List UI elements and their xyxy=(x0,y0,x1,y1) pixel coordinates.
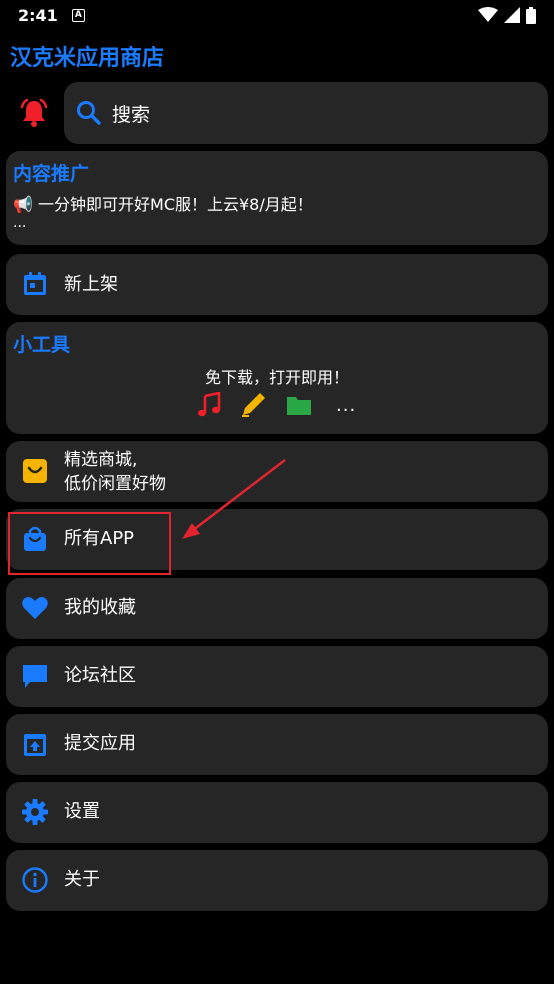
settings-label: 设置 xyxy=(64,801,100,822)
tools-more[interactable]: ... xyxy=(336,395,356,416)
app-title: 汉克米应用商店 xyxy=(10,46,165,71)
gear-icon xyxy=(22,799,48,825)
tools-card: 小工具 免下载，打开即用！ ... xyxy=(6,322,548,434)
promo-more: ... xyxy=(13,215,27,231)
folder-icon[interactable] xyxy=(284,392,314,418)
signal-icon xyxy=(504,7,520,23)
favorites-label: 我的收藏 xyxy=(64,597,136,618)
status-icons xyxy=(478,6,536,24)
calendar-icon xyxy=(24,272,46,295)
shopping-bag-icon xyxy=(23,459,47,483)
menu-item-new-arrivals[interactable]: 新上架 xyxy=(6,254,548,315)
bell-icon[interactable] xyxy=(18,97,50,129)
menu-item-forum[interactable]: 论坛社区 xyxy=(6,646,548,707)
menu-item-about[interactable]: 关于 xyxy=(6,850,548,911)
search-bar[interactable]: 搜索 xyxy=(64,82,548,144)
about-label: 关于 xyxy=(64,869,100,890)
tools-title: 小工具 xyxy=(13,334,71,356)
tools-icons: ... xyxy=(196,392,356,418)
notification-icon: A xyxy=(71,8,85,22)
submit-label: 提交应用 xyxy=(64,733,136,754)
forum-label: 论坛社区 xyxy=(64,665,136,686)
heart-icon xyxy=(22,597,48,619)
menu-item-mall[interactable]: 精选商城, 低价闲置好物 xyxy=(6,441,548,502)
chat-icon xyxy=(23,665,47,688)
promo-title: 内容推广 xyxy=(13,163,90,185)
pencil-icon[interactable] xyxy=(240,392,266,418)
menu-item-settings[interactable]: 设置 xyxy=(6,782,548,843)
mall-label-line1: 精选商城, xyxy=(64,450,138,470)
status-bar: 2:41 A xyxy=(0,0,554,30)
status-time: 2:41 xyxy=(18,5,58,25)
search-label: 搜索 xyxy=(112,103,151,126)
new-arrivals-label: 新上架 xyxy=(64,274,118,295)
info-icon xyxy=(22,867,48,893)
screen: 2:41 A 汉克米应用商店 搜索 内容推广 📢 一分钟即可开好MC服！上云¥8… xyxy=(0,0,554,984)
promo-card[interactable]: 内容推广 📢 一分钟即可开好MC服！上云¥8/月起！ ... xyxy=(6,151,548,245)
promo-text: 📢 一分钟即可开好MC服！上云¥8/月起！ xyxy=(13,195,313,214)
search-icon xyxy=(77,101,101,125)
menu-item-all-apps[interactable]: 所有APP xyxy=(6,509,548,570)
all-apps-label: 所有APP xyxy=(64,528,135,549)
music-note-icon[interactable] xyxy=(196,392,222,418)
wifi-icon xyxy=(478,7,498,22)
bag-icon xyxy=(24,526,46,551)
menu-item-favorites[interactable]: 我的收藏 xyxy=(6,578,548,639)
battery-icon xyxy=(526,6,536,24)
mall-label-line2: 低价闲置好物 xyxy=(64,474,166,494)
tools-subtitle: 免下载，打开即用！ xyxy=(204,368,349,387)
menu-item-submit[interactable]: 提交应用 xyxy=(6,714,548,775)
upload-box-icon xyxy=(24,734,46,756)
